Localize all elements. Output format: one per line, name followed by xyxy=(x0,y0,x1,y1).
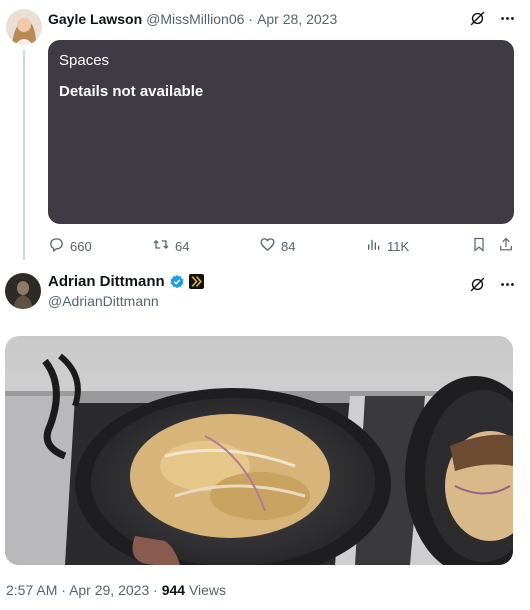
tweet1-top-actions xyxy=(468,9,516,27)
reply-button[interactable]: 660 xyxy=(48,236,92,256)
repost-button[interactable]: 64 xyxy=(152,236,189,256)
pan-photo-illustration xyxy=(5,336,513,565)
user-handle[interactable]: @AdrianDittmann xyxy=(48,293,204,309)
affiliate-badge-icon[interactable] xyxy=(188,274,204,289)
tweet1-header: Gayle Lawson @MissMillion06 · Apr 28, 20… xyxy=(48,9,516,29)
tweet2-author: Adrian Dittmann @AdrianDittmann xyxy=(48,273,204,309)
name-row: Adrian Dittmann xyxy=(48,273,204,290)
views-count: 944 xyxy=(161,582,186,598)
like-button[interactable]: 84 xyxy=(259,236,295,256)
dot-separator: · xyxy=(248,11,254,27)
dot-separator: · xyxy=(153,582,158,598)
tweet1-action-bar: 660 64 84 11K xyxy=(48,236,514,254)
tweet-photo[interactable] xyxy=(5,336,513,565)
spaces-card[interactable]: Spaces Details not available xyxy=(48,40,514,224)
user-name[interactable]: Adrian Dittmann xyxy=(48,273,165,290)
spaces-label: Spaces xyxy=(59,52,110,69)
more-icon[interactable] xyxy=(498,9,516,27)
grok-icon[interactable] xyxy=(468,9,486,27)
repost-count: 64 xyxy=(175,238,190,254)
spaces-details: Details not available xyxy=(59,83,204,100)
tweet2-top-actions xyxy=(468,275,516,293)
tweet-date[interactable]: Apr 29, 2023 xyxy=(69,582,149,598)
bookmark-button[interactable] xyxy=(471,236,487,256)
avatar-gayle-lawson[interactable] xyxy=(6,9,42,45)
reply-count: 660 xyxy=(70,238,92,254)
dot-separator: · xyxy=(61,582,66,598)
reply-icon xyxy=(48,236,65,256)
tweet-meta: 2:57 AM · Apr 29, 2023 · 944 Views xyxy=(6,582,226,598)
share-icon xyxy=(498,236,514,256)
tweet-time[interactable]: 2:57 AM xyxy=(6,582,57,598)
views-count: 11K xyxy=(387,238,410,254)
views-label: Views xyxy=(188,582,227,598)
repost-icon xyxy=(152,236,170,256)
views-button[interactable]: 11K xyxy=(366,236,409,256)
avatar-adrian-dittmann[interactable] xyxy=(5,273,41,309)
like-count: 84 xyxy=(281,238,296,254)
grok-icon[interactable] xyxy=(468,275,486,293)
like-icon xyxy=(259,236,276,256)
thread-line xyxy=(23,50,25,260)
tweet-date[interactable]: Apr 28, 2023 xyxy=(257,11,337,27)
user-handle[interactable]: @MissMillion06 xyxy=(146,11,244,27)
views-icon xyxy=(366,236,382,256)
more-icon[interactable] xyxy=(498,275,516,293)
bookmark-icon xyxy=(471,236,487,256)
user-name[interactable]: Gayle Lawson xyxy=(48,11,142,27)
share-button[interactable] xyxy=(498,236,514,256)
verified-badge-icon[interactable] xyxy=(169,274,185,290)
